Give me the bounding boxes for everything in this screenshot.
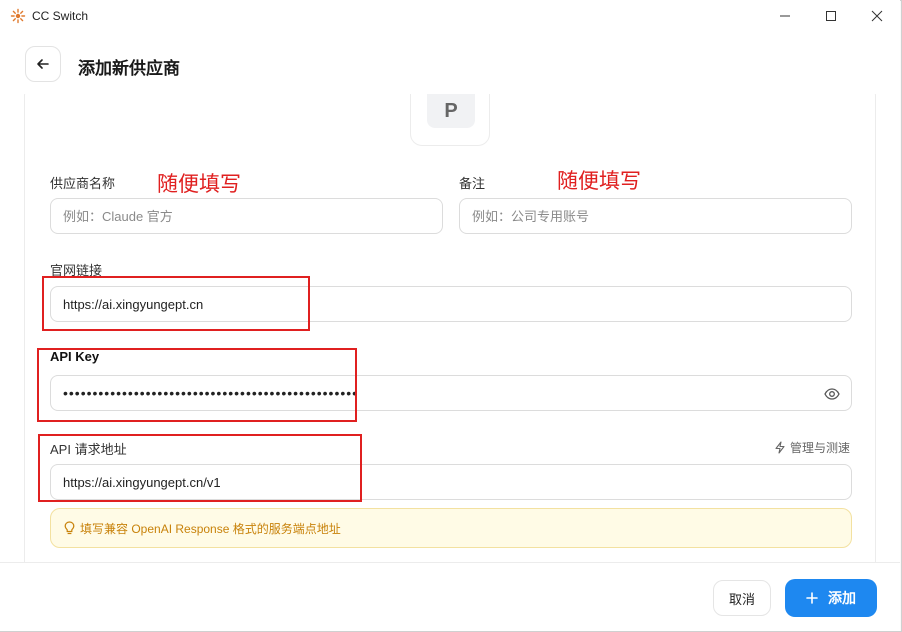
api-url-input[interactable] <box>50 464 852 500</box>
provider-logo[interactable]: P <box>427 94 475 128</box>
close-button[interactable] <box>854 0 900 32</box>
page-header: 添加新供应商 <box>0 32 900 94</box>
note-label: 备注 <box>459 176 486 191</box>
lightbulb-icon <box>64 521 75 535</box>
eye-icon <box>824 388 840 400</box>
lightning-icon <box>775 441 785 454</box>
manage-speed-test-label: 管理与测速 <box>790 441 851 455</box>
provider-name-label: 供应商名称 <box>50 176 116 191</box>
plus-icon <box>806 592 818 604</box>
minimize-button[interactable] <box>762 0 808 32</box>
window-title: CC Switch <box>32 9 89 23</box>
api-key-input[interactable] <box>50 375 852 411</box>
website-input[interactable] <box>50 286 852 322</box>
page-title: 添加新供应商 <box>78 59 180 78</box>
title-bar: CC Switch <box>0 0 900 32</box>
maximize-icon <box>826 11 836 21</box>
add-button[interactable]: 添加 <box>785 579 877 617</box>
provider-name-annotation: 随便填写 <box>157 173 241 196</box>
note-annotation: 随便填写 <box>557 170 641 193</box>
tip-text: 填写兼容 OpenAI Response 格式的服务端点地址 <box>80 521 341 536</box>
toggle-visibility-button[interactable] <box>822 384 842 404</box>
cancel-button[interactable]: 取消 <box>713 580 771 616</box>
app-logo-icon <box>10 8 26 24</box>
manage-speed-test-link[interactable]: 管理与测速 <box>774 439 850 456</box>
arrow-left-icon <box>37 59 49 69</box>
api-key-label: API Key <box>50 349 100 364</box>
note-input[interactable] <box>459 198 852 234</box>
provider-name-input[interactable] <box>50 198 443 234</box>
maximize-button[interactable] <box>808 0 854 32</box>
minimize-icon <box>780 15 790 17</box>
footer-bar: 取消 添加 <box>0 562 900 631</box>
api-url-tip: 填写兼容 OpenAI Response 格式的服务端点地址 <box>50 508 852 548</box>
close-icon <box>871 10 883 22</box>
api-url-label: API 请求地址 <box>50 442 127 457</box>
website-label: 官网链接 <box>50 263 103 278</box>
add-button-label: 添加 <box>828 590 856 606</box>
back-button[interactable] <box>25 46 61 82</box>
